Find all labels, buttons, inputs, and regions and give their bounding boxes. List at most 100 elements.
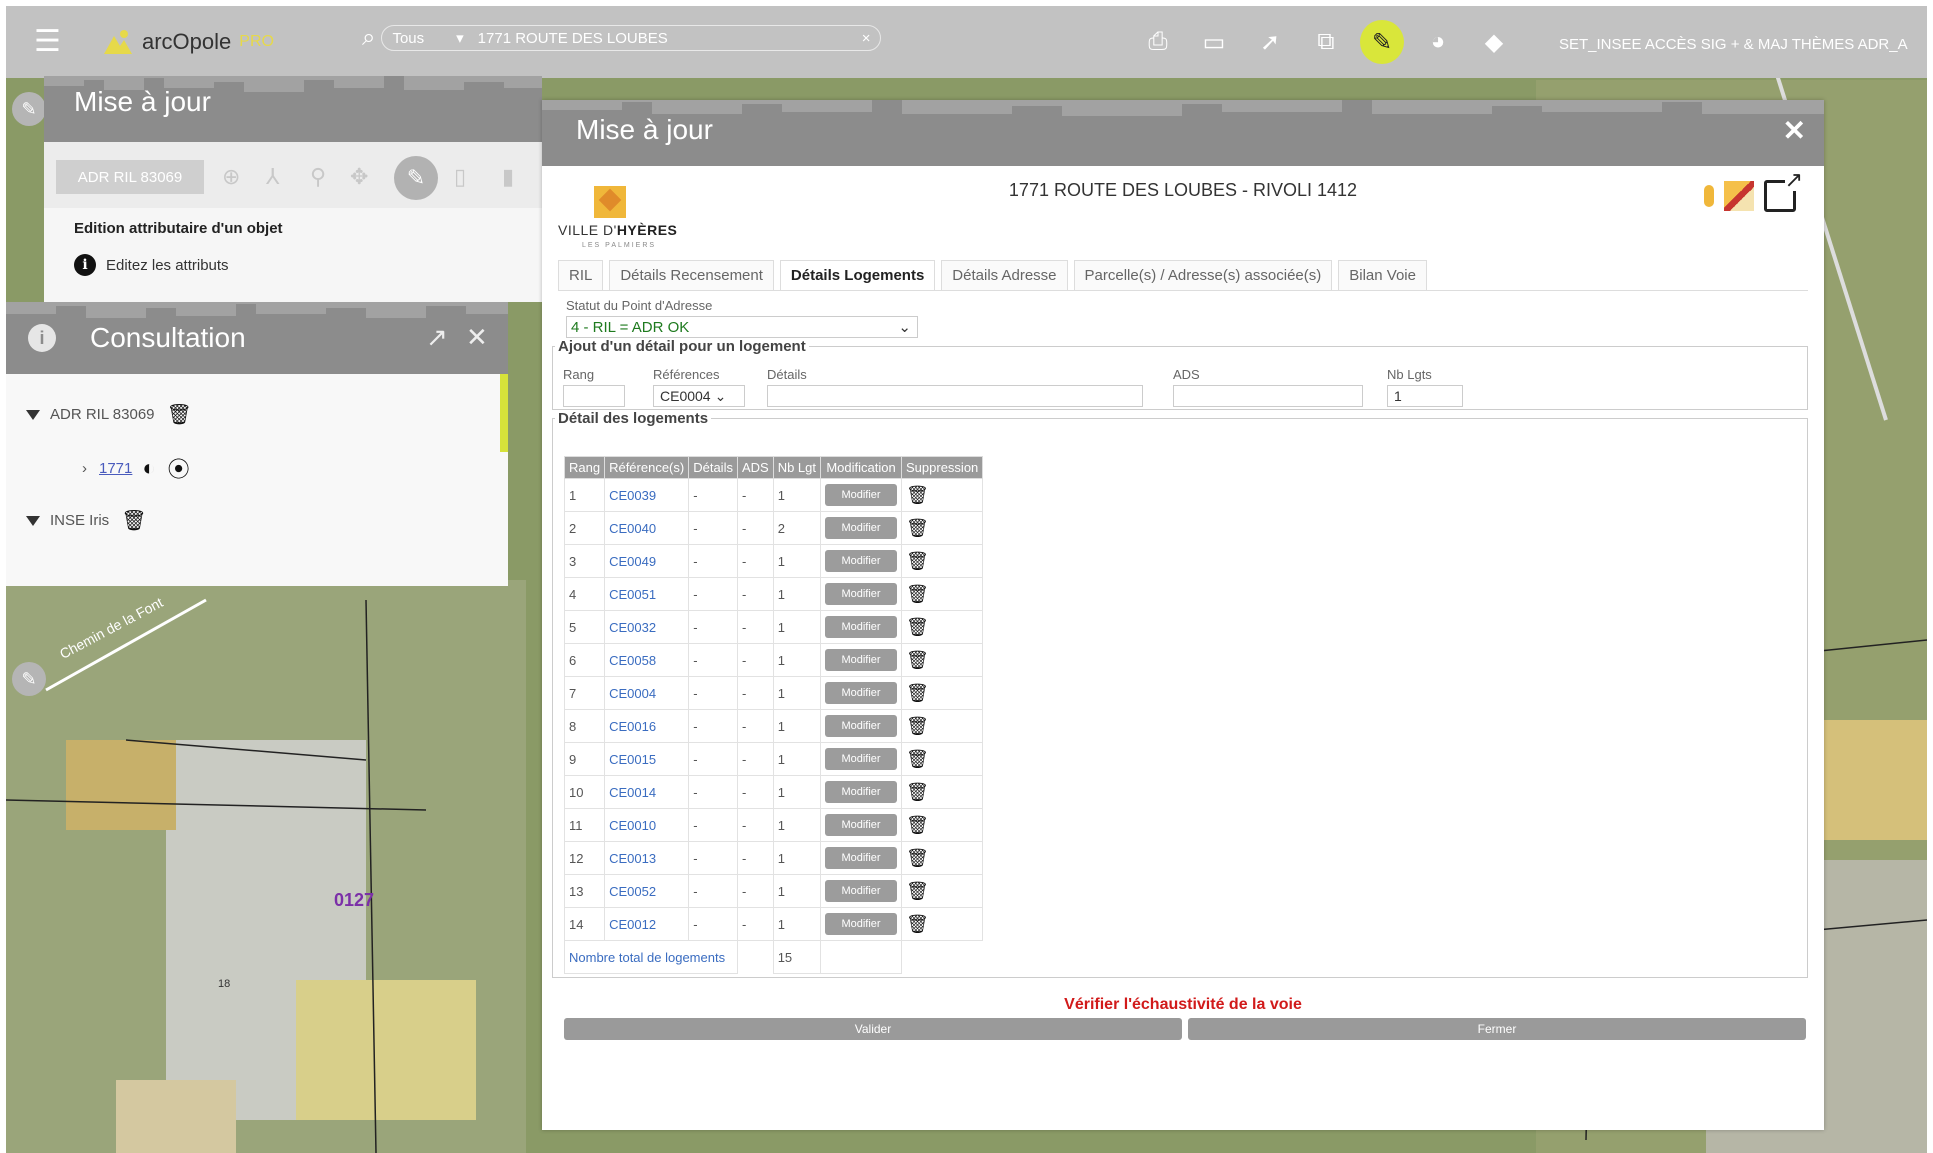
trash-icon[interactable]: 🗑 <box>906 914 929 934</box>
add-point-icon[interactable]: ⊕ <box>222 164 240 190</box>
trash-icon[interactable]: 🗑 <box>906 683 929 703</box>
move-icon[interactable]: ✥ <box>350 164 368 190</box>
tab-bilan-voie[interactable]: Bilan Voie <box>1338 260 1427 290</box>
scrollbar[interactable] <box>500 374 508 452</box>
search-input[interactable]: Tous ▾ 1771 ROUTE DES LOUBES × <box>381 25 882 51</box>
palette-icon[interactable]: ◕ <box>1416 20 1460 64</box>
modify-button[interactable]: Modifier <box>825 649 898 671</box>
tab-parcelles[interactable]: Parcelle(s) / Adresse(s) associée(s) <box>1073 260 1333 290</box>
table-row: 4 CE0051- -1 Modifier 🗑 <box>563 577 984 611</box>
modify-button[interactable]: Modifier <box>825 682 898 704</box>
tab-details-recensement[interactable]: Détails Recensement <box>609 260 774 290</box>
col-references: Référence(s) <box>604 456 690 479</box>
edit-hint: i Editez les attributs <box>74 254 229 276</box>
trash-icon[interactable]: 🗑 <box>906 650 929 670</box>
rail-pencil-icon[interactable]: ✎ <box>12 662 46 696</box>
table-row: 12 CE0013- -1 Modifier 🗑 <box>563 841 984 875</box>
search-scope[interactable]: Tous <box>392 30 424 47</box>
delete-icon[interactable]: ▮ <box>502 164 514 190</box>
add-detail-legend: Ajout d'un détail pour un logement <box>558 338 806 355</box>
trash-icon[interactable]: 🗑 <box>906 617 929 637</box>
nb-lgts-input[interactable]: 1 <box>1387 385 1463 407</box>
chevron-right-icon[interactable]: › <box>82 460 87 477</box>
trash-icon[interactable]: 🗑 <box>906 551 929 571</box>
modify-button[interactable]: Modifier <box>825 484 898 506</box>
cell-details: - <box>688 874 738 908</box>
zoom-to-icon[interactable]: ⦿ <box>168 452 190 484</box>
close-button[interactable]: Fermer <box>1188 1018 1806 1040</box>
trash-icon[interactable]: 🗑 <box>906 584 929 604</box>
modify-button[interactable]: Modifier <box>825 616 898 638</box>
map-thumbnail-icon[interactable] <box>1724 181 1754 211</box>
feature-link[interactable]: 1771 <box>99 460 132 477</box>
trash-icon[interactable]: 🗑 <box>906 848 929 868</box>
tab-details-logements[interactable]: Détails Logements <box>779 260 936 290</box>
references-select[interactable]: CE0004 ⌄ <box>653 385 745 407</box>
layers-icon[interactable]: ◆ <box>1472 20 1516 64</box>
modify-button[interactable]: Modifier <box>825 847 898 869</box>
modify-button[interactable]: Modifier <box>825 748 898 770</box>
cell-rang: 12 <box>563 841 606 875</box>
measure-icon[interactable]: ▭ <box>1192 20 1236 64</box>
trash-icon[interactable]: 🗑 <box>167 402 192 427</box>
trash-icon[interactable]: 🗑 <box>121 508 146 533</box>
modify-button[interactable]: Modifier <box>825 814 898 836</box>
edit-pencil-icon[interactable]: ✎ <box>1360 20 1404 64</box>
cell-modification: Modifier <box>820 676 903 710</box>
toolbar: ⎙ ▭ ➚ ⧉ ✎ ◕ ◆ <box>1136 20 1516 64</box>
highlight-icon[interactable]: ◐ <box>142 455 155 481</box>
ads-input[interactable] <box>1173 385 1363 407</box>
rang-input[interactable] <box>563 385 625 407</box>
export-icon[interactable]: ⧉ <box>1304 20 1348 64</box>
modify-button[interactable]: Modifier <box>825 781 898 803</box>
layer-row-adr[interactable]: ADR RIL 83069 🗑 <box>26 402 192 427</box>
search-scope-caret-icon: ▾ <box>456 30 464 47</box>
rail-edit-icon[interactable]: ✎ <box>12 92 46 126</box>
modify-button[interactable]: Modifier <box>825 583 898 605</box>
user-name[interactable]: SET_INSEE ACCÈS SIG + & MAJ THÈMES ADR_A <box>1559 36 1908 53</box>
clipboard-icon[interactable]: ▯ <box>454 164 466 190</box>
menu-icon[interactable]: ☰ <box>34 27 62 57</box>
close-icon[interactable]: ✕ <box>466 322 488 353</box>
layer-row-iris[interactable]: INSE Iris 🗑 <box>26 508 147 533</box>
consultation-info-icon[interactable]: i <box>28 324 56 352</box>
cell-nb-lgt: 1 <box>772 478 822 512</box>
trash-icon[interactable]: 🗑 <box>906 881 929 901</box>
location-pin-icon[interactable]: ⚲ <box>310 164 326 190</box>
search-icon[interactable]: ⌕ <box>362 24 375 52</box>
layer-child-row[interactable]: › 1771 ◐ ⦿ <box>82 452 190 484</box>
city-logo-tag: LES PALMIERS <box>582 242 657 249</box>
collapse-triangle-icon[interactable] <box>26 409 40 420</box>
trash-icon[interactable]: 🗑 <box>906 749 929 769</box>
trash-icon[interactable]: 🗑 <box>906 782 929 802</box>
trash-icon[interactable]: 🗑 <box>906 815 929 835</box>
edit-attributes-button[interactable]: ✎ <box>394 156 438 200</box>
pin-icon[interactable] <box>1704 185 1714 207</box>
modify-button[interactable]: Modifier <box>825 550 898 572</box>
modify-button[interactable]: Modifier <box>825 880 898 902</box>
expand-icon[interactable]: ↗ <box>426 322 448 353</box>
details-input[interactable] <box>767 385 1143 407</box>
select-icon[interactable]: ➚ <box>1248 20 1292 64</box>
collapse-triangle-icon[interactable] <box>26 515 40 526</box>
modify-button[interactable]: Modifier <box>825 715 898 737</box>
cell-ads: - <box>736 808 774 842</box>
modify-button[interactable]: Modifier <box>825 517 898 539</box>
validate-button[interactable]: Valider <box>564 1018 1182 1040</box>
tab-ril[interactable]: RIL <box>558 260 604 290</box>
cell-suppression: 🗑 <box>901 544 984 578</box>
trash-icon[interactable]: 🗑 <box>906 518 929 538</box>
print-icon[interactable]: ⎙ <box>1136 20 1180 64</box>
trash-icon[interactable]: 🗑 <box>906 485 929 505</box>
tab-details-adresse[interactable]: Détails Adresse <box>941 260 1068 290</box>
statut-select[interactable]: 4 - RIL = ADR OK ⌄ <box>566 316 918 338</box>
trash-icon[interactable]: 🗑 <box>906 716 929 736</box>
clear-search-icon[interactable]: × <box>862 30 871 47</box>
close-icon[interactable]: ✕ <box>1783 114 1806 147</box>
layer-select-button[interactable]: ADR RIL 83069 <box>56 160 204 194</box>
parcel-label: 0127 <box>334 890 375 910</box>
external-link-icon[interactable] <box>1764 169 1803 212</box>
modify-button[interactable]: Modifier <box>825 913 898 935</box>
cell-rang: 4 <box>563 577 606 611</box>
split-icon[interactable]: ⅄ <box>266 164 279 190</box>
